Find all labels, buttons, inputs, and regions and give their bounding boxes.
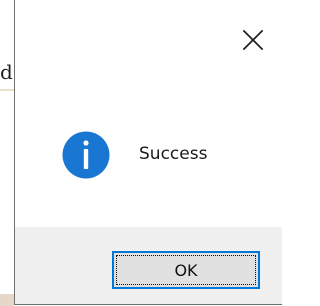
info-icon (62, 131, 110, 179)
close-button[interactable] (240, 27, 266, 53)
dialog-footer: OK (15, 227, 282, 304)
background-text-fragment: d (0, 60, 13, 84)
ok-button[interactable]: OK (112, 251, 260, 289)
ok-button-label: OK (116, 255, 256, 285)
message-dialog: Success OK (14, 0, 282, 305)
dialog-content: Success (15, 0, 282, 227)
dialog-message: Success (139, 144, 208, 164)
background-edge-block (0, 294, 14, 306)
close-icon (242, 29, 264, 51)
background-edge-line (0, 89, 14, 91)
